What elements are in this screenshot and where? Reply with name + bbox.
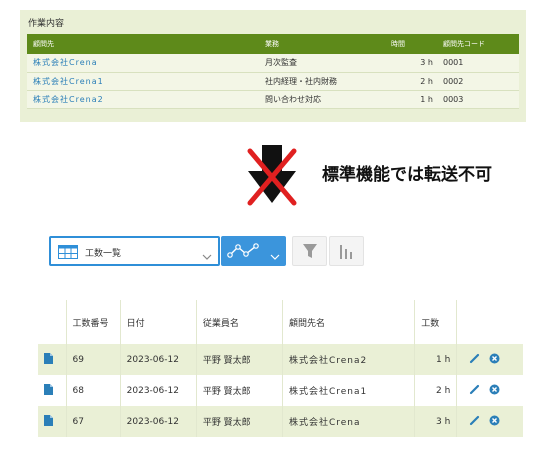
hours-cell: 3 h <box>414 406 457 437</box>
code-cell: 0001 <box>437 54 519 73</box>
panel-title: 作業内容 <box>28 19 65 29</box>
number-cell: 67 <box>65 406 121 437</box>
header-number[interactable]: 工数番号 <box>65 300 121 344</box>
header-actions <box>456 300 523 344</box>
task-cell: 問い合わせ対応 <box>259 90 385 109</box>
hours-cell: 2 h <box>385 72 437 91</box>
table-view-icon <box>58 244 78 263</box>
code-cell: 0002 <box>437 72 519 91</box>
work-content-panel: 作業内容 顧問先 業務 時間 顧問先コード 株式会社Crena 月次監査 3 h… <box>20 10 526 122</box>
document-icon[interactable] <box>44 414 53 426</box>
document-icon[interactable] <box>44 383 53 395</box>
employee-cell: 平野 賢太郎 <box>195 375 283 406</box>
header-time: 時間 <box>385 34 437 54</box>
header-task: 業務 <box>259 34 385 54</box>
chevron-down-icon <box>270 246 280 265</box>
graph-view-button[interactable] <box>221 236 286 266</box>
filter-icon <box>303 244 317 258</box>
table-row: 株式会社Crena 月次監査 3 h 0001 <box>27 54 519 73</box>
delete-icon[interactable] <box>489 353 500 367</box>
row-actions <box>456 375 523 406</box>
edit-icon[interactable] <box>469 353 480 367</box>
view-select[interactable]: 工数一覧 <box>49 236 220 266</box>
hours-cell: 3 h <box>385 54 437 73</box>
chevron-down-icon <box>202 246 212 265</box>
code-cell: 0003 <box>437 90 519 109</box>
header-date[interactable]: 日付 <box>119 300 197 344</box>
detail-link[interactable] <box>38 406 67 437</box>
transfer-not-possible-message: 標準機能では転送不可 <box>322 165 492 185</box>
hours-cell: 2 h <box>414 375 457 406</box>
row-actions <box>456 406 523 437</box>
task-cell: 社内経理・社内財務 <box>259 72 385 91</box>
header-client[interactable]: 顧問先名 <box>281 300 415 344</box>
chart-button[interactable] <box>329 236 364 266</box>
detail-link[interactable] <box>38 344 67 375</box>
client-cell: 株式会社Crena <box>281 406 415 437</box>
date-cell: 2023-06-12 <box>119 406 197 437</box>
number-cell: 68 <box>65 375 121 406</box>
edit-icon[interactable] <box>469 415 480 429</box>
client-cell: 株式会社Crena2 <box>281 344 415 375</box>
document-icon[interactable] <box>44 352 53 364</box>
delete-icon[interactable] <box>489 415 500 429</box>
header-blank <box>38 300 67 344</box>
blocked-arrow-icon <box>246 145 298 207</box>
employee-cell: 平野 賢太郎 <box>195 344 283 375</box>
delete-icon[interactable] <box>489 384 500 398</box>
work-content-table: 顧問先 業務 時間 顧問先コード 株式会社Crena 月次監査 3 h 0001… <box>27 34 519 109</box>
client-link[interactable]: 株式会社Crena <box>27 54 259 73</box>
table-row: 68 2023-06-12 平野 賢太郎 株式会社Crena1 2 h <box>38 375 523 406</box>
detail-link[interactable] <box>38 375 67 406</box>
hours-cell: 1 h <box>414 344 457 375</box>
table-row: 株式会社Crena2 問い合わせ対応 1 h 0003 <box>27 90 519 109</box>
header-client: 顧問先 <box>27 34 259 54</box>
number-cell: 69 <box>65 344 121 375</box>
date-cell: 2023-06-12 <box>119 375 197 406</box>
client-link[interactable]: 株式会社Crena2 <box>27 90 259 109</box>
bar-chart-icon <box>340 245 352 259</box>
client-link[interactable]: 株式会社Crena1 <box>27 72 259 91</box>
date-cell: 2023-06-12 <box>119 344 197 375</box>
header-client-code: 顧問先コード <box>437 34 519 54</box>
header-hours[interactable]: 工数 <box>414 300 457 344</box>
view-label: 工数一覧 <box>85 249 122 259</box>
row-actions <box>456 344 523 375</box>
table-row: 69 2023-06-12 平野 賢太郎 株式会社Crena2 1 h <box>38 344 523 375</box>
table-row: 67 2023-06-12 平野 賢太郎 株式会社Crena 3 h <box>38 406 523 437</box>
header-employee[interactable]: 従業員名 <box>195 300 283 344</box>
hours-cell: 1 h <box>385 90 437 109</box>
table-row: 株式会社Crena1 社内経理・社内財務 2 h 0002 <box>27 72 519 91</box>
line-graph-icon <box>227 243 261 263</box>
client-cell: 株式会社Crena1 <box>281 375 415 406</box>
employee-cell: 平野 賢太郎 <box>195 406 283 437</box>
edit-icon[interactable] <box>469 384 480 398</box>
task-cell: 月次監査 <box>259 54 385 73</box>
man-hours-table: 工数番号 日付 従業員名 顧問先名 工数 69 2023-06-12 平野 賢太… <box>38 300 523 437</box>
filter-button[interactable] <box>292 236 327 266</box>
